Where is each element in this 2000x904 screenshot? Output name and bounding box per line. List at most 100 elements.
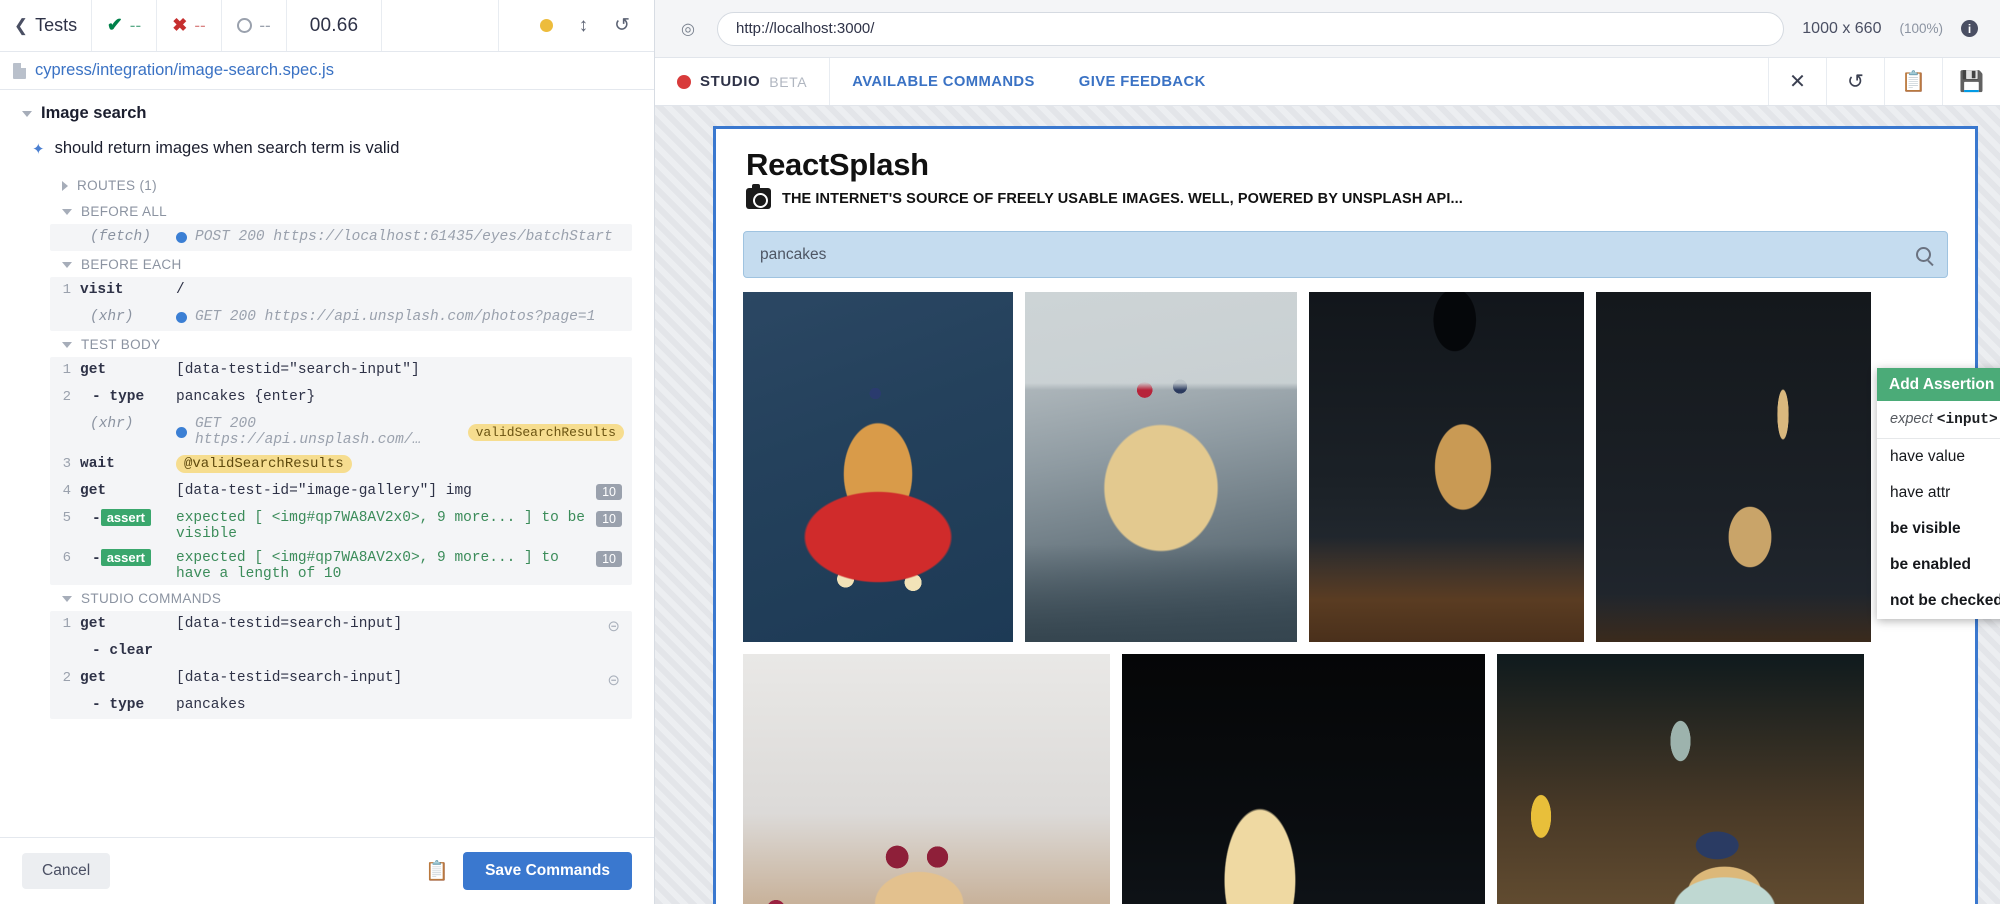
chevron-right-icon [62,180,68,191]
assertion-option-have-attr[interactable]: have attr ❯ [1877,475,2000,511]
copy-icon[interactable]: 📋 [425,859,449,883]
search-icon[interactable] [1916,247,1931,262]
viewport-size-label: 1000 x 660 [1802,19,1882,37]
info-icon[interactable]: i [1961,20,1978,37]
save-commands-button[interactable]: Save Commands [463,852,632,890]
gallery-image-1[interactable] [743,292,1013,642]
test-row[interactable]: ✦ should return images when search term … [22,139,654,158]
command-row[interactable]: 2 - type pancakes {enter} [50,384,632,411]
command-name: get [80,362,107,378]
resize-icon[interactable]: ↕ [579,16,589,35]
command-row[interactable]: 1 get [data-testid="search-input"] [50,357,632,384]
suite-title-label: Image search [41,104,147,122]
search-input[interactable]: pancakes [743,231,1948,278]
image-gallery [716,278,1975,904]
assertion-option-be-visible[interactable]: be visible [1877,511,2000,547]
x-icon: ✖ [172,15,188,35]
restart-icon[interactable]: ↺ [1826,58,1884,105]
command-name: get [80,483,107,499]
command-message: [data-testid=search-input] [176,670,403,686]
element-count-badge: 10 [596,551,622,567]
command-number: 5 [62,510,71,526]
remove-command-icon[interactable]: ⊝ [607,617,620,635]
image-content [1122,654,1485,904]
command-row[interactable]: 3 wait @validSearchResults [50,451,632,478]
copy-icon[interactable]: 📋 [1884,58,1942,105]
expect-target: <input> [1936,412,1998,428]
command-number: 4 [62,483,71,499]
url-input[interactable]: http://localhost:3000/ [717,11,1785,46]
xhr-status-dot-icon [176,311,187,323]
hook-header-test-body[interactable]: TEST BODY [50,331,654,357]
command-message: pancakes {enter} [176,389,316,405]
search-bar-wrap: pancakes [716,213,1975,278]
hook-header-routes[interactable]: ROUTES (1) [50,172,654,198]
image-content [1596,292,1871,642]
command-row[interactable]: - clear [50,638,632,665]
give-feedback-link[interactable]: GIVE FEEDBACK [1057,58,1228,105]
expect-prefix: expect [1890,411,1933,427]
hook-header-before-all[interactable]: BEFORE ALL [50,198,654,224]
assertion-option-label: not be checked [1890,592,2000,609]
available-commands-link[interactable]: AVAILABLE COMMANDS [830,58,1057,105]
command-message [176,641,632,643]
stat-passed-value: -- [129,15,142,35]
command-row[interactable]: 6 - assert expected [ <img#qp7WA8AV2x0>, … [50,545,632,585]
gallery-image-3[interactable] [1309,292,1584,642]
assertion-option-not-be-checked[interactable]: not be checked [1877,583,2000,619]
command-message: @validSearchResults [176,454,632,473]
search-input-value: pancakes [760,245,827,263]
before-all-commands: (fetch) POST 200 https://localhost:61435… [50,224,632,251]
command-row[interactable]: (xhr) GET 200 https://api.unsplash.com/…… [50,411,632,451]
command-log: Image search ✦ should return images when… [0,90,654,837]
command-row[interactable]: 1 get [data-testid=search-input] ⊝ [50,611,632,638]
gallery-image-2[interactable] [1025,292,1297,642]
command-row[interactable]: 2 get [data-testid=search-input] ⊝ [50,665,632,692]
assertion-option-label: be visible [1890,520,1961,537]
hook-header-studio-commands[interactable]: STUDIO COMMANDS [50,585,654,611]
command-row[interactable]: (xhr) GET 200 https://api.unsplash.com/p… [50,304,632,331]
restart-icon[interactable]: ↺ [614,16,630,35]
command-name: get [80,616,107,632]
command-row[interactable]: - type pancakes [50,692,632,719]
file-icon [13,62,26,79]
hook-header-before-each[interactable]: BEFORE EACH [50,251,654,277]
remove-command-icon[interactable]: ⊝ [607,671,620,689]
gallery-image-4[interactable] [1596,292,1871,642]
close-icon[interactable]: ✕ [1768,58,1826,105]
cancel-button[interactable]: Cancel [22,853,111,889]
command-row[interactable]: 5 - assert expected [ <img#qp7WA8AV2x0>, … [50,505,632,545]
gallery-row [743,654,1948,904]
gallery-image-5[interactable] [743,654,1110,904]
command-row[interactable]: (fetch) POST 200 https://localhost:61435… [50,224,632,251]
chevron-down-icon [22,110,32,117]
command-row[interactable]: 1 visit / [50,277,632,304]
command-message: expected [ <img#qp7WA8AV2x0>, 9 more... … [176,510,585,542]
command-name: - type [92,697,145,713]
element-count-badge: 10 [596,484,622,500]
back-to-tests-button[interactable]: ❮ Tests [0,0,92,51]
assertion-option-label: have value [1890,448,1965,465]
before-each-commands: 1 visit / (xhr) GET 200 https://api.unsp… [50,277,632,331]
save-icon[interactable]: 💾 [1942,58,2000,105]
command-number: 2 [62,389,71,405]
assertion-option-have-value[interactable]: have value ❯ [1877,439,2000,475]
assertion-option-be-enabled[interactable]: be enabled [1877,547,2000,583]
suite-title[interactable]: Image search [22,104,654,123]
command-message-text: POST 200 https://localhost:61435/eyes/ba… [195,229,613,245]
command-message: GET 200 https://api.unsplash.com/… valid… [176,414,632,448]
studio-actions: ✕ ↺ 📋 💾 [1768,58,2000,105]
app-tagline-label: THE INTERNET'S SOURCE OF FREELY USABLE I… [782,190,1463,207]
studio-footer: Cancel 📋 Save Commands [0,837,654,904]
command-dash: - [92,511,101,527]
assert-badge: assert [100,549,152,566]
spec-file-name[interactable]: cypress/integration/image-search.spec.js [35,61,334,80]
selector-playground-icon[interactable]: ◎ [677,18,699,40]
stat-failed: ✖ -- [157,0,222,51]
command-number: 1 [62,282,71,298]
hook-label-before-all: BEFORE ALL [81,204,168,219]
beta-badge: BETA [769,73,808,90]
gallery-image-7[interactable] [1497,654,1864,904]
command-row[interactable]: 4 get [data-test-id="image-gallery"] img… [50,478,632,505]
gallery-image-6[interactable] [1122,654,1485,904]
